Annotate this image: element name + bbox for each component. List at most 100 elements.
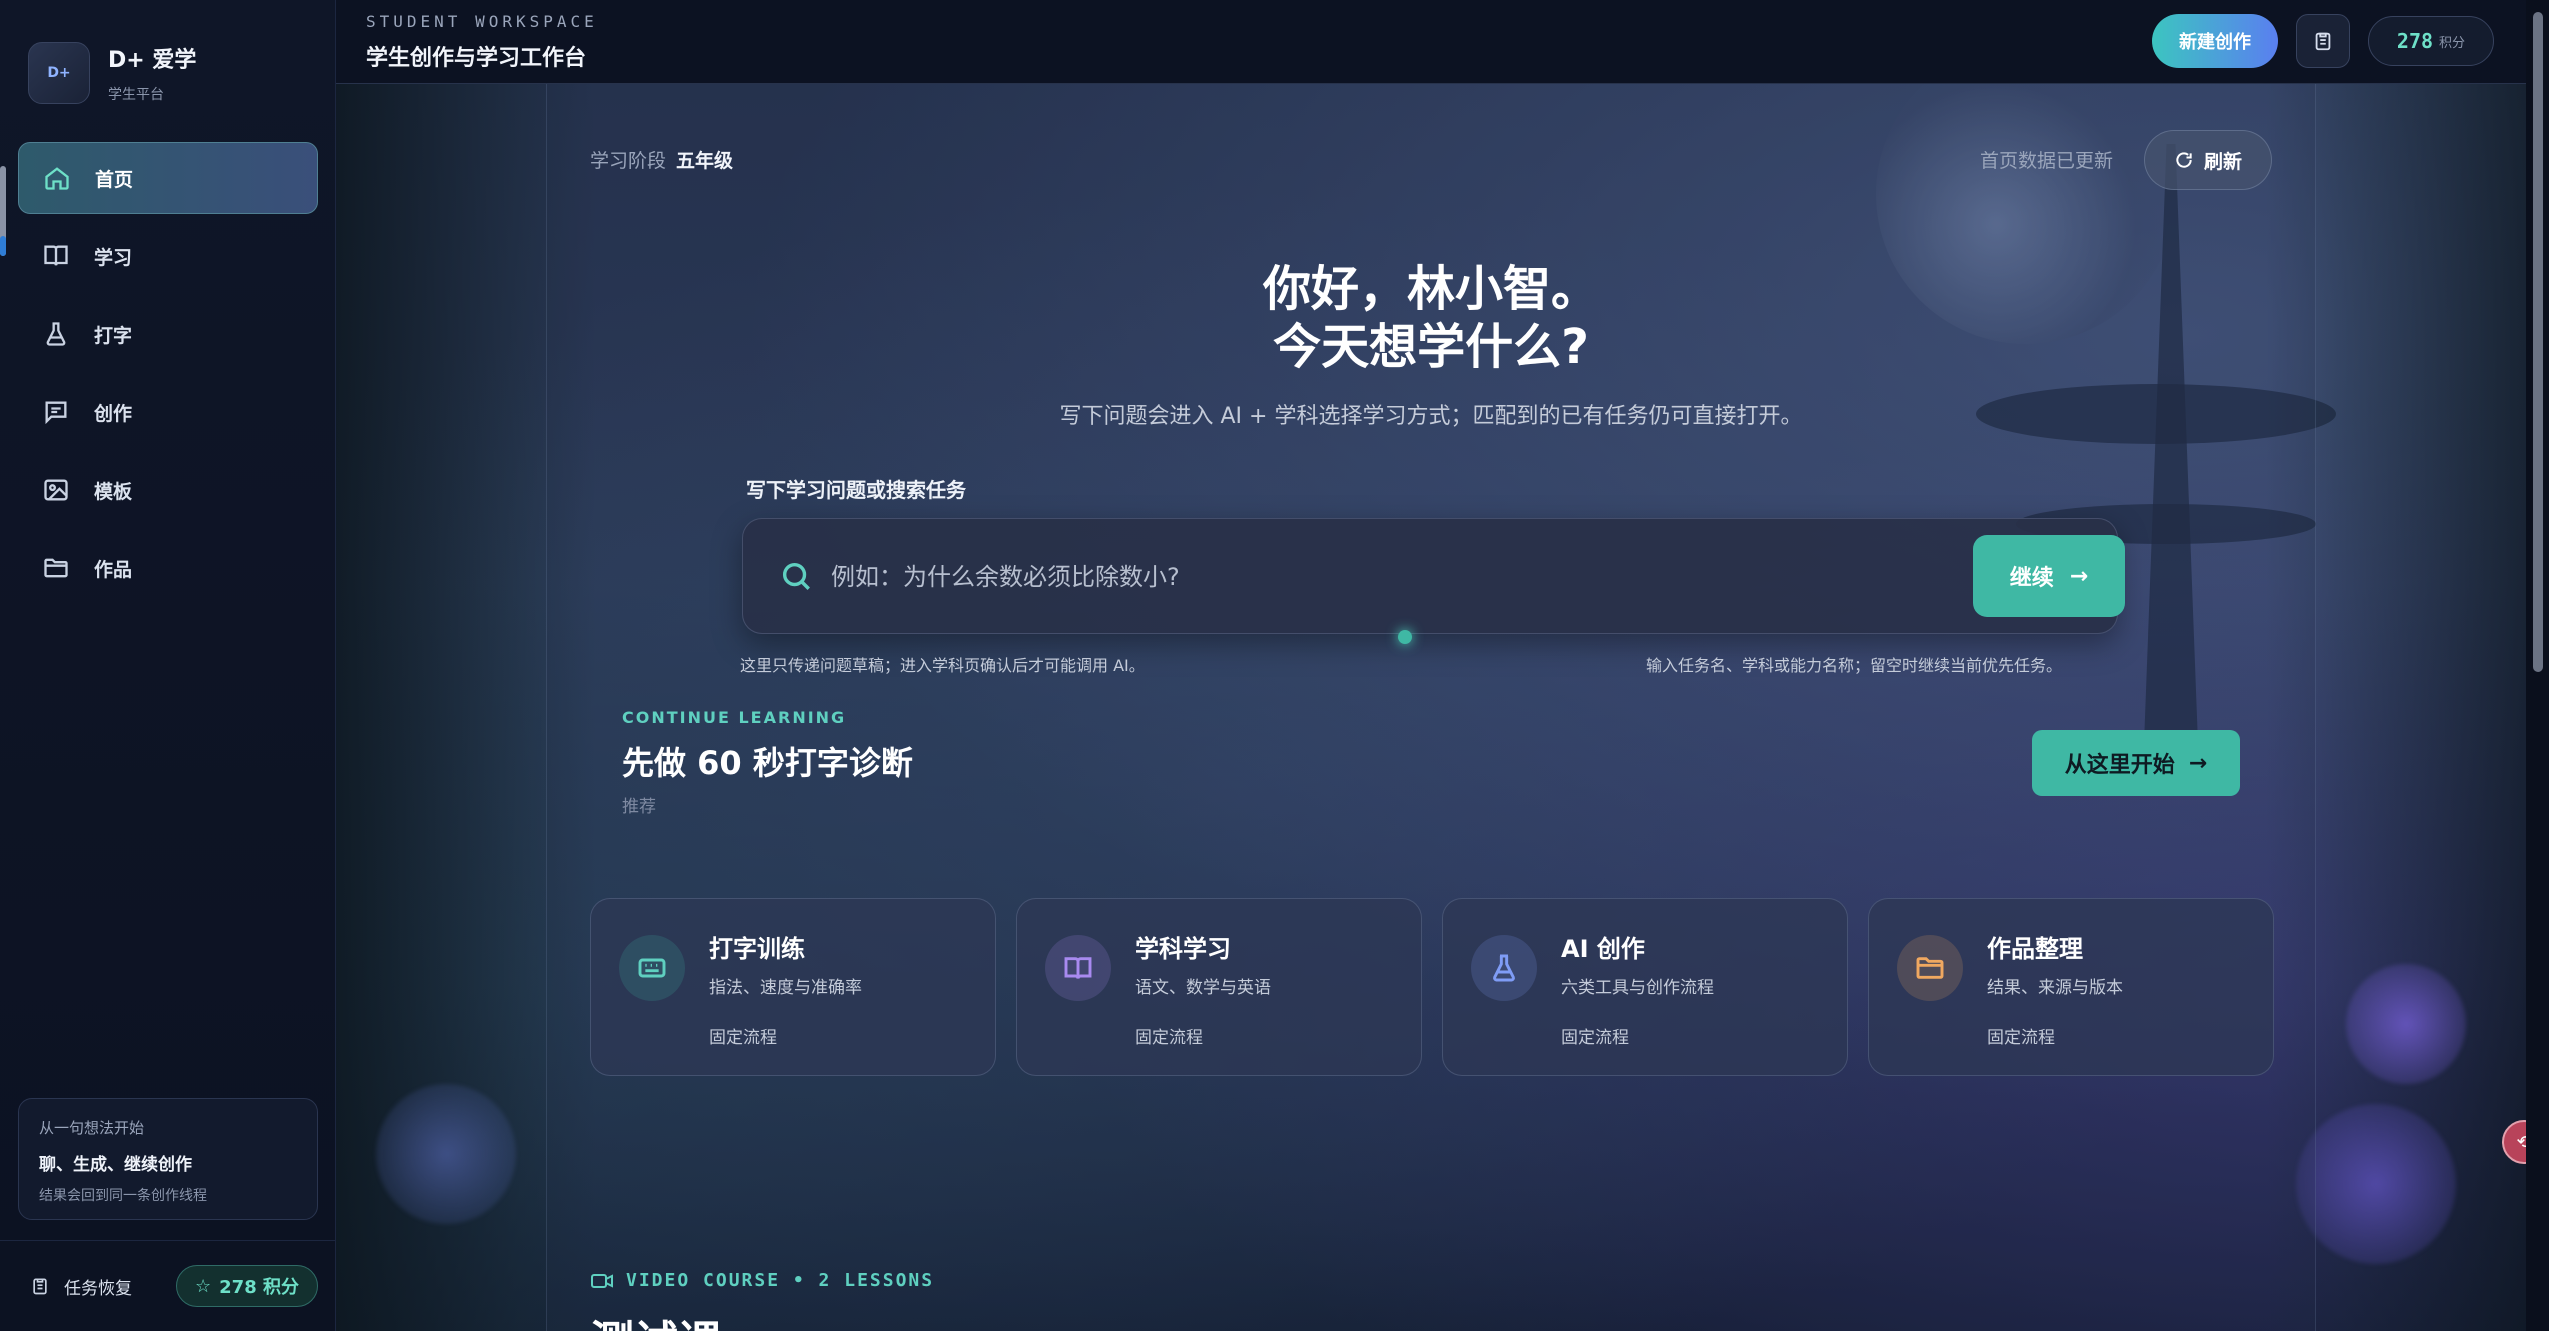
book-open-icon [1045, 935, 1111, 1001]
folder-icon [1897, 935, 1963, 1001]
tasks-button[interactable] [2296, 14, 2350, 68]
refresh-label: 刷新 [2203, 150, 2242, 173]
image-icon [44, 479, 68, 501]
scrollbar[interactable] [2526, 0, 2549, 1331]
sidebar-item-label: 创作 [94, 402, 133, 425]
flask-icon [1471, 935, 1537, 1001]
card-works-organize[interactable]: 作品整理 结果、来源与版本 固定流程 [1868, 898, 2274, 1076]
card-title: 作品整理 [1987, 935, 2083, 963]
card-subtitle: 指法、速度与准确率 [709, 978, 862, 998]
task-restore-button[interactable]: 任务恢复 [30, 1274, 132, 1299]
brand-logo: D+ [28, 42, 90, 104]
search-icon [779, 559, 813, 593]
sidebar-item-templates[interactable]: 模板 [18, 454, 318, 526]
search-input[interactable] [831, 549, 1831, 605]
card-footer: 固定流程 [1987, 1028, 2055, 1048]
idea-card-desc: 结果会回到同一条创作线程 [39, 1188, 207, 1204]
sidebar-item-label: 作品 [94, 558, 133, 581]
stage-label: 学习阶段 [590, 150, 667, 172]
greeting-heading: 你好，林小智。 今天想学什么? [546, 260, 2316, 376]
continue-learning-title: 先做 60 秒打字诊断 [622, 744, 913, 782]
points-display[interactable]: 278 积分 [2368, 16, 2494, 66]
idea-card-title: 聊、生成、继续创作 [39, 1155, 192, 1175]
brand-name: D+ 爱学 [108, 48, 197, 73]
new-creation-button[interactable]: 新建创作 [2152, 14, 2278, 68]
background-flower-glow [2346, 964, 2466, 1084]
refresh-icon [2176, 152, 2192, 168]
sidebar-item-label: 模板 [94, 480, 133, 503]
arrow-right-icon: → [2069, 563, 2089, 589]
video-course-title: 测试课 [590, 1306, 722, 1331]
main-content: 学习阶段 五年级 首页数据已更新 刷新 你好，林小智。 今天想学什么? 写下问题会… [336, 84, 2526, 1331]
background-flower-glow [376, 1084, 516, 1224]
points-badge[interactable]: ☆ 278 积分 [176, 1265, 318, 1307]
learning-stage[interactable]: 学习阶段 五年级 [590, 146, 733, 173]
workspace-eyebrow: STUDENT WORKSPACE [366, 12, 598, 31]
card-footer: 固定流程 [1135, 1028, 1203, 1048]
video-icon [591, 1273, 613, 1288]
card-typing-training[interactable]: 打字训练 指法、速度与准确率 固定流程 [590, 898, 996, 1076]
card-subtitle: 结果、来源与版本 [1987, 978, 2123, 998]
video-course-label: VIDEO COURSE • 2 LESSONS [626, 1270, 935, 1291]
sidebar-active-marker [0, 236, 6, 256]
greeting-line-1: 你好，林小智。 [1262, 261, 1599, 317]
search-hint-right: 输入任务名、学科或能力名称；留空时继续当前优先任务。 [1646, 656, 2063, 675]
start-here-label: 从这里开始 [2064, 753, 2175, 778]
sidebar-item-label: 学习 [94, 246, 133, 269]
continue-learning-eyebrow: CONTINUE LEARNING [622, 708, 847, 727]
search-box: 继续 → [742, 518, 2125, 634]
brand-subtitle: 学生平台 [108, 87, 164, 103]
points-value: 278 [2396, 29, 2434, 53]
refresh-button[interactable]: 刷新 [2144, 130, 2272, 190]
points-badge-label: 278 积分 [219, 1277, 299, 1298]
search-label: 写下学习问题或搜索任务 [746, 478, 966, 502]
points-unit: 积分 [2439, 35, 2466, 51]
start-here-button[interactable]: 从这里开始 → [2032, 730, 2240, 796]
card-title: 学科学习 [1135, 935, 1231, 963]
sidebar-item-typing[interactable]: 打字 [18, 298, 318, 370]
search-hint-left: 这里只传递问题草稿；进入学科页确认后才可能调用 AI。 [740, 656, 1145, 675]
idea-card[interactable]: 从一句想法开始 聊、生成、继续创作 结果会回到同一条创作线程 [18, 1098, 318, 1220]
continue-button[interactable]: 继续 → [1973, 535, 2125, 617]
clipboard-icon [33, 1278, 47, 1295]
video-course-eyebrow: VIDEO COURSE • 2 LESSONS [590, 1270, 934, 1291]
star-icon: ☆ [195, 1275, 212, 1297]
task-restore-label: 任务恢复 [64, 1278, 132, 1299]
sidebar-item-study[interactable]: 学习 [18, 220, 318, 292]
hero: 你好，林小智。 今天想学什么? 写下问题会进入 AI + 学科选择学习方式；匹配… [546, 260, 2316, 430]
feature-cards: 打字训练 指法、速度与准确率 固定流程 学科学习 语文、数学与英语 固定流程 A… [590, 898, 2274, 1076]
sidebar-item-label: 首页 [95, 168, 134, 191]
data-updated-status: 首页数据已更新 [1980, 150, 2114, 172]
card-ai-creation[interactable]: AI 创作 六类工具与创作流程 固定流程 [1442, 898, 1848, 1076]
keyboard-icon [619, 935, 685, 1001]
home-icon [45, 167, 69, 190]
sidebar-item-home[interactable]: 首页 [18, 142, 318, 214]
card-title: AI 创作 [1561, 935, 1645, 963]
background-flower-glow [2296, 1104, 2456, 1264]
folder-icon [44, 558, 68, 578]
arrow-right-icon: → [2188, 750, 2208, 776]
card-subject-study[interactable]: 学科学习 语文、数学与英语 固定流程 [1016, 898, 1422, 1076]
sidebar-footer: 任务恢复 ☆ 278 积分 [0, 1240, 336, 1331]
flask-icon [46, 322, 66, 346]
top-bar: STUDENT WORKSPACE 学生创作与学习工作台 新建创作 278 积分 [336, 0, 2526, 84]
scrollbar-thumb[interactable] [2533, 12, 2543, 672]
continue-label: 继续 [2009, 566, 2054, 591]
recommended-tag: 推荐 [622, 797, 656, 817]
card-footer: 固定流程 [709, 1028, 777, 1048]
sidebar: D+ D+ 爱学 学生平台 首页 学习 打字 创作 模板 作品 从一句想法开始 … [0, 0, 336, 1331]
greeting-line-2: 今天想学什么? [1273, 319, 1589, 375]
brand[interactable]: D+ D+ 爱学 学生平台 [28, 42, 196, 104]
hero-subtitle: 写下问题会进入 AI + 学科选择学习方式；匹配到的已有任务仍可直接打开。 [1059, 404, 1803, 429]
clipboard-icon [2315, 32, 2331, 51]
sidebar-nav: 首页 学习 打字 创作 模板 作品 [18, 142, 318, 610]
card-subtitle: 语文、数学与英语 [1135, 978, 1271, 998]
search-focus-dot [1398, 630, 1412, 644]
book-icon [44, 245, 68, 266]
sidebar-item-create[interactable]: 创作 [18, 376, 318, 448]
message-icon [45, 401, 67, 425]
sidebar-item-works[interactable]: 作品 [18, 532, 318, 604]
page-title: 学生创作与学习工作台 [366, 46, 587, 71]
card-title: 打字训练 [709, 935, 805, 963]
idea-card-eyebrow: 从一句想法开始 [39, 1119, 145, 1137]
